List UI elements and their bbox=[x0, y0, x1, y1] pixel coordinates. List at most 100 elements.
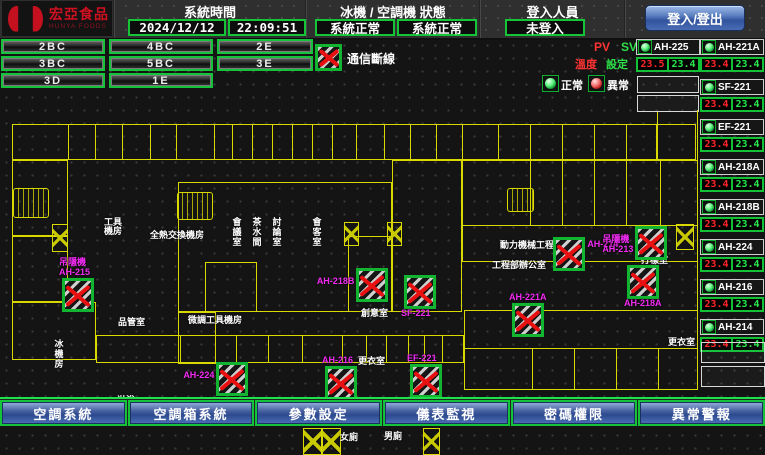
ahu-unit[interactable]: AH-221A 23.4 23.4 bbox=[700, 39, 764, 72]
unit-name-text: AH-221A bbox=[718, 42, 760, 53]
login-user-value: 未登入 bbox=[505, 19, 585, 36]
comm-loss-marker[interactable]: AH-216 bbox=[325, 366, 357, 400]
wall-segment bbox=[657, 112, 658, 160]
disconnect-x-icon bbox=[410, 364, 442, 398]
wall-divider bbox=[272, 124, 273, 160]
disconnect-x-icon bbox=[404, 275, 436, 309]
disconnect-x-icon bbox=[216, 362, 248, 396]
room-label: 男廁 bbox=[384, 432, 402, 441]
floor-button[interactable]: 4BC bbox=[109, 39, 213, 54]
wall-divider bbox=[574, 348, 575, 390]
disconnect-x-icon bbox=[315, 44, 342, 71]
wall-divider bbox=[302, 335, 303, 363]
room-label-text: 更衣室 bbox=[668, 337, 695, 347]
floor-button[interactable]: 2BC bbox=[1, 39, 105, 54]
footer-menu-button[interactable]: 密碼權限 bbox=[511, 400, 638, 426]
disconnect-x-icon bbox=[356, 268, 388, 302]
footer-menu-button[interactable]: 異常警報 bbox=[638, 400, 765, 426]
wall-divider bbox=[252, 124, 253, 160]
footer-menu-button[interactable]: 空調系統 bbox=[0, 400, 127, 426]
wall-divider bbox=[332, 124, 333, 160]
marker-equipment-label: AH-218B bbox=[317, 277, 355, 287]
shaft-x-icon bbox=[423, 428, 440, 455]
room-label: 更衣室 bbox=[668, 338, 695, 347]
wall-divider bbox=[594, 160, 595, 225]
comm-loss-marker[interactable]: AH-224 bbox=[216, 362, 248, 396]
wall-divider bbox=[616, 348, 617, 390]
comm-loss-legend-icon bbox=[315, 44, 342, 71]
abnormal-led bbox=[588, 75, 605, 92]
system-date-value: 2024/12/12 bbox=[128, 19, 226, 36]
wall-divider bbox=[292, 124, 293, 160]
shaft-x-icon bbox=[303, 428, 323, 455]
floor-button[interactable]: 3D bbox=[1, 73, 105, 88]
room-label: 會議室 bbox=[231, 217, 240, 249]
shaft-x-icon bbox=[387, 222, 402, 246]
marker-equipment-label: 吊隱機AH-215 bbox=[59, 258, 90, 278]
room-label: 冰機房 bbox=[53, 339, 62, 371]
comm-loss-marker[interactable]: AH-221A bbox=[512, 303, 544, 337]
footer-menu-button[interactable]: 儀表監視 bbox=[383, 400, 510, 426]
wall-divider bbox=[236, 335, 237, 363]
hunya-logo-icon bbox=[6, 5, 46, 33]
room-label: 討論室 bbox=[271, 217, 280, 249]
wall-divider bbox=[462, 124, 463, 160]
room-label-text: 會客室 bbox=[311, 217, 320, 247]
comm-loss-marker[interactable]: AH-218B bbox=[356, 268, 388, 302]
floor-button[interactable]: 5BC bbox=[109, 56, 213, 71]
comm-loss-marker[interactable]: 吊隱機AH-213 bbox=[635, 226, 667, 260]
wall-divider bbox=[214, 124, 215, 160]
brand-text: 宏亞食品 HUNYA FOODS bbox=[49, 7, 109, 31]
ahu-unit[interactable]: AH-225 23.5 23.4 bbox=[636, 39, 700, 72]
room-label-text: 女廁 bbox=[340, 432, 358, 442]
wall-segment bbox=[697, 110, 698, 310]
wall-divider bbox=[312, 124, 313, 160]
room-label: 女廁 bbox=[340, 433, 358, 442]
room-label-text: 茶水間 bbox=[251, 217, 260, 247]
unit-status-led bbox=[638, 40, 652, 54]
ahu-column-left: AH-225 23.5 23.4 bbox=[636, 39, 700, 79]
marker-equipment-label: AH-218A bbox=[624, 299, 662, 309]
wall-divider bbox=[436, 124, 437, 160]
floor-plan-map: 工具機房 全熱交換機房 會議室 茶水間 討論室 會客室 bbox=[0, 92, 765, 397]
footer-menu-bar: 空調系統 空調箱系統 參數設定 儀表監視 密碼權限 異常警報 bbox=[0, 397, 765, 426]
marker-equipment-label: 吊隱機AH-213 bbox=[602, 235, 633, 255]
room-label-text: 會議室 bbox=[231, 217, 240, 247]
floor-button[interactable]: 3E bbox=[217, 56, 313, 71]
wall-divider bbox=[660, 160, 661, 225]
shaft-x-icon bbox=[321, 428, 341, 455]
room-label: 茶水間 bbox=[251, 217, 260, 249]
footer-menu-button[interactable]: 參數設定 bbox=[255, 400, 382, 426]
disconnect-x-icon bbox=[62, 278, 94, 312]
wall-segment bbox=[205, 262, 257, 312]
empty-unit-slot bbox=[637, 76, 699, 93]
wall-divider bbox=[498, 124, 499, 160]
system-time-value: 22:09:51 bbox=[228, 19, 306, 36]
wall-divider bbox=[658, 348, 659, 390]
comm-loss-marker[interactable]: AH-214 bbox=[553, 237, 585, 271]
comm-loss-marker[interactable]: 吊隱機AH-215 bbox=[62, 278, 94, 312]
comm-loss-legend-label: 通信斷線 bbox=[347, 50, 395, 67]
brand-logo: 宏亞食品 HUNYA FOODS bbox=[2, 1, 112, 36]
wall-divider bbox=[532, 348, 533, 390]
room-label: 全熱交換機房 bbox=[150, 231, 204, 240]
login-logout-button[interactable]: 登入/登出 bbox=[645, 5, 745, 31]
comm-loss-marker[interactable]: SF-221 bbox=[404, 275, 436, 309]
wall-divider bbox=[232, 124, 233, 160]
wall-divider bbox=[562, 124, 563, 160]
pv-legend-label: PV bbox=[594, 40, 610, 54]
floor-button[interactable]: 3BC bbox=[1, 56, 105, 71]
footer-menu-button[interactable]: 空調箱系統 bbox=[128, 400, 255, 426]
room-label-text: 品管室 bbox=[118, 317, 145, 327]
room-label: 品管室 bbox=[118, 318, 145, 327]
floor-button[interactable]: 2E bbox=[217, 39, 313, 54]
room-label: 微調工具機房 bbox=[188, 316, 242, 325]
floor-button[interactable]: 1E bbox=[109, 73, 213, 88]
comm-loss-marker[interactable]: AH-218A bbox=[627, 265, 659, 299]
comm-loss-marker[interactable]: EF-221 bbox=[410, 364, 442, 398]
shaft-x-icon bbox=[676, 224, 694, 250]
wall-divider bbox=[180, 335, 181, 363]
hmi-root: { "header": { "brand": {"name": "宏亞食品", … bbox=[0, 0, 765, 426]
room-label-text: 創意室 bbox=[361, 308, 388, 318]
wall-divider bbox=[530, 124, 531, 160]
